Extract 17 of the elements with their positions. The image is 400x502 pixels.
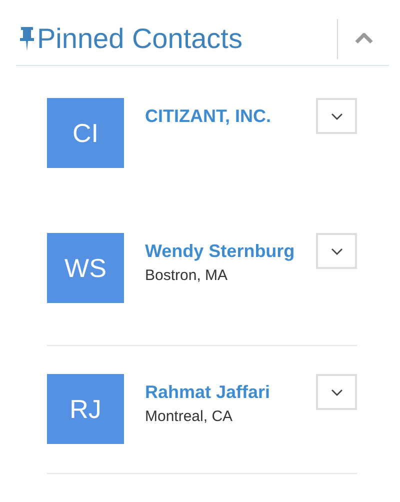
chevron-down-icon bbox=[330, 248, 342, 254]
dropdown-button[interactable] bbox=[316, 374, 357, 410]
contact-name[interactable]: Rahmat Jaffari bbox=[145, 377, 303, 408]
dropdown-button[interactable] bbox=[316, 233, 357, 269]
avatar: CI bbox=[47, 98, 124, 168]
chevron-down-icon bbox=[330, 112, 342, 120]
contact-location: Bostron, MA bbox=[145, 267, 229, 285]
pin-icon bbox=[20, 26, 34, 50]
contact-name[interactable]: Wendy Sternburg bbox=[145, 236, 303, 267]
avatar: WS bbox=[47, 233, 124, 303]
contact-name[interactable]: CITIZANT, INC. bbox=[145, 101, 303, 132]
dropdown-button[interactable] bbox=[316, 98, 357, 134]
contact-location: Montreal, CA bbox=[145, 408, 234, 426]
chevron-up-icon bbox=[355, 33, 373, 44]
chevron-down-icon bbox=[330, 388, 342, 396]
avatar: RJ bbox=[47, 374, 124, 444]
section-title: Pinned Contacts bbox=[37, 24, 242, 52]
